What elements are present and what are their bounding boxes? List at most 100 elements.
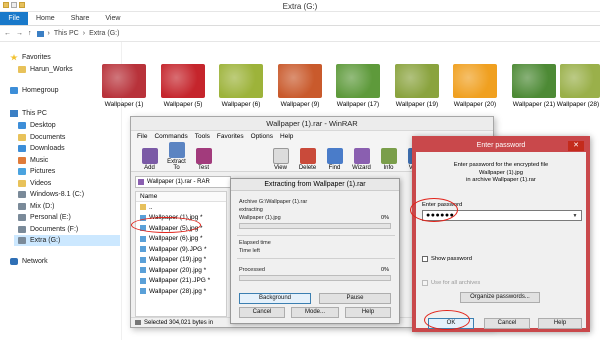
file-thumbnail[interactable]: Wallpaper (9): [272, 64, 328, 112]
delete-button[interactable]: Delete: [295, 148, 320, 171]
videos-icon: [18, 179, 26, 187]
nav-drive-c[interactable]: Windows-8.1 (C:): [18, 189, 84, 200]
nav-drive-e[interactable]: Personal (E:): [18, 212, 71, 223]
file-tab[interactable]: File: [0, 12, 28, 25]
archive-path[interactable]: Wallpaper (1).rar - RAR: [135, 176, 231, 188]
find-button[interactable]: Find: [322, 148, 347, 171]
add-button[interactable]: Add: [137, 148, 162, 171]
breadcrumb[interactable]: › This PC › Extra (G:): [36, 30, 119, 37]
nav-desktop[interactable]: Desktop: [18, 120, 56, 131]
breadcrumb-extra[interactable]: Extra (G:): [89, 30, 119, 37]
breadcrumb-this-pc[interactable]: This PC: [54, 30, 79, 37]
mode-button[interactable]: Mode...: [291, 307, 339, 318]
menu-options[interactable]: Options: [251, 133, 273, 140]
info-button[interactable]: Info: [376, 148, 401, 171]
nav-this-pc[interactable]: This PC: [10, 108, 47, 119]
nav-music[interactable]: Music: [18, 155, 48, 166]
folder-up-icon: [140, 204, 146, 211]
image-thumbnail: [161, 64, 205, 98]
menu-help[interactable]: Help: [280, 133, 293, 140]
elapsed-label: Elapsed time: [239, 240, 271, 246]
list-item[interactable]: Wallpaper (20).jpg *: [136, 265, 226, 276]
nav-drive-f[interactable]: Documents (F:): [18, 224, 78, 235]
forward-icon[interactable]: →: [16, 30, 23, 37]
tab-home[interactable]: Home: [28, 12, 63, 25]
file-thumbnail[interactable]: Wallpaper (21): [506, 64, 562, 112]
use-for-all-checkbox[interactable]: Use for all archives: [422, 280, 480, 286]
test-button[interactable]: Test: [191, 148, 216, 171]
image-file-icon: [140, 235, 146, 242]
view-icon: [272, 148, 289, 164]
file-thumbnail[interactable]: Wallpaper (1): [96, 64, 152, 112]
drive-icon: [18, 225, 26, 233]
nav-documents[interactable]: Documents: [18, 132, 65, 143]
image-thumbnail: [395, 64, 439, 98]
password-title: Enter password: [416, 140, 586, 152]
pictures-icon: [18, 168, 26, 175]
tab-view[interactable]: View: [97, 12, 128, 25]
highlight-oval: [131, 217, 201, 233]
nav-favorites[interactable]: Favorites: [10, 52, 51, 63]
nav-drive-d[interactable]: Mix (D:): [18, 201, 55, 212]
file-thumbnail[interactable]: Wallpaper (28): [556, 64, 600, 112]
close-icon[interactable]: ✕: [568, 141, 584, 151]
archive-file-list: Name .. Wallpaper (1).jpg * Wallpaper (5…: [135, 191, 227, 317]
show-password-checkbox[interactable]: Show password: [422, 256, 472, 262]
test-icon: [195, 148, 212, 164]
drive-icon: [18, 237, 26, 244]
computer-icon: [10, 110, 18, 117]
tab-share[interactable]: Share: [63, 12, 98, 25]
image-file-icon: [140, 256, 146, 263]
list-item[interactable]: Wallpaper (28).jpg *: [136, 286, 226, 297]
archive-icon: [138, 179, 144, 185]
file-thumbnail[interactable]: Wallpaper (19): [389, 64, 445, 112]
list-item[interactable]: Wallpaper (21).JPG *: [136, 276, 226, 287]
chevron-down-icon[interactable]: ▼: [573, 212, 578, 221]
organize-passwords-button[interactable]: Organize passwords...: [460, 292, 540, 303]
parent-folder-row[interactable]: ..: [136, 202, 226, 213]
background-button[interactable]: Background: [239, 293, 311, 304]
image-thumbnail: [560, 64, 600, 98]
info-icon: [380, 148, 397, 164]
nav-drive-g[interactable]: Extra (G:): [14, 235, 120, 246]
menu-file[interactable]: File: [137, 133, 147, 140]
cancel-button[interactable]: Cancel: [484, 318, 530, 329]
column-header-name[interactable]: Name: [136, 192, 226, 202]
music-icon: [18, 156, 26, 164]
extracting-dialog: Extracting from Wallpaper (1).rar Archiv…: [230, 178, 400, 324]
pause-button[interactable]: Pause: [319, 293, 391, 304]
nav-downloads[interactable]: Downloads: [18, 143, 65, 154]
menu-favorites[interactable]: Favorites: [217, 133, 244, 140]
image-thumbnail: [219, 64, 263, 98]
back-icon[interactable]: ←: [4, 30, 11, 37]
menu-tools[interactable]: Tools: [195, 133, 210, 140]
up-icon[interactable]: ↑: [28, 30, 32, 37]
ribbon-tabs: File Home Share View: [0, 12, 600, 26]
image-thumbnail: [278, 64, 322, 98]
nav-network[interactable]: Network: [10, 256, 48, 267]
help-button[interactable]: Help: [345, 307, 391, 318]
cancel-button[interactable]: Cancel: [239, 307, 285, 318]
wizard-button[interactable]: Wizard: [349, 148, 374, 171]
file-thumbnail[interactable]: Wallpaper (20): [447, 64, 503, 112]
help-button[interactable]: Help: [538, 318, 582, 329]
image-file-icon: [140, 267, 146, 274]
list-item[interactable]: Wallpaper (6).jpg *: [136, 234, 226, 245]
view-button[interactable]: View: [268, 148, 293, 171]
nav-pictures[interactable]: Pictures: [18, 166, 55, 177]
nav-harun-works[interactable]: Harun_Works: [18, 64, 73, 75]
nav-videos[interactable]: Videos: [18, 178, 51, 189]
file-thumbnail[interactable]: Wallpaper (17): [330, 64, 386, 112]
winrar-title: Wallpaper (1).rar - WinRAR: [131, 117, 493, 131]
file-thumbnail[interactable]: Wallpaper (6): [213, 64, 269, 112]
extract-to-button[interactable]: Extract To: [164, 142, 189, 171]
explorer-titlebar: Extra (G:): [0, 0, 600, 12]
folder-icon: [18, 66, 26, 73]
list-item[interactable]: Wallpaper (9).JPG *: [136, 244, 226, 255]
total-progress-bar: [239, 275, 391, 281]
list-item[interactable]: Wallpaper (19).jpg *: [136, 255, 226, 266]
nav-homegroup[interactable]: Homegroup: [10, 85, 59, 96]
drive-icon: [135, 320, 141, 325]
menu-commands[interactable]: Commands: [154, 133, 187, 140]
file-thumbnail[interactable]: Wallpaper (5): [155, 64, 211, 112]
